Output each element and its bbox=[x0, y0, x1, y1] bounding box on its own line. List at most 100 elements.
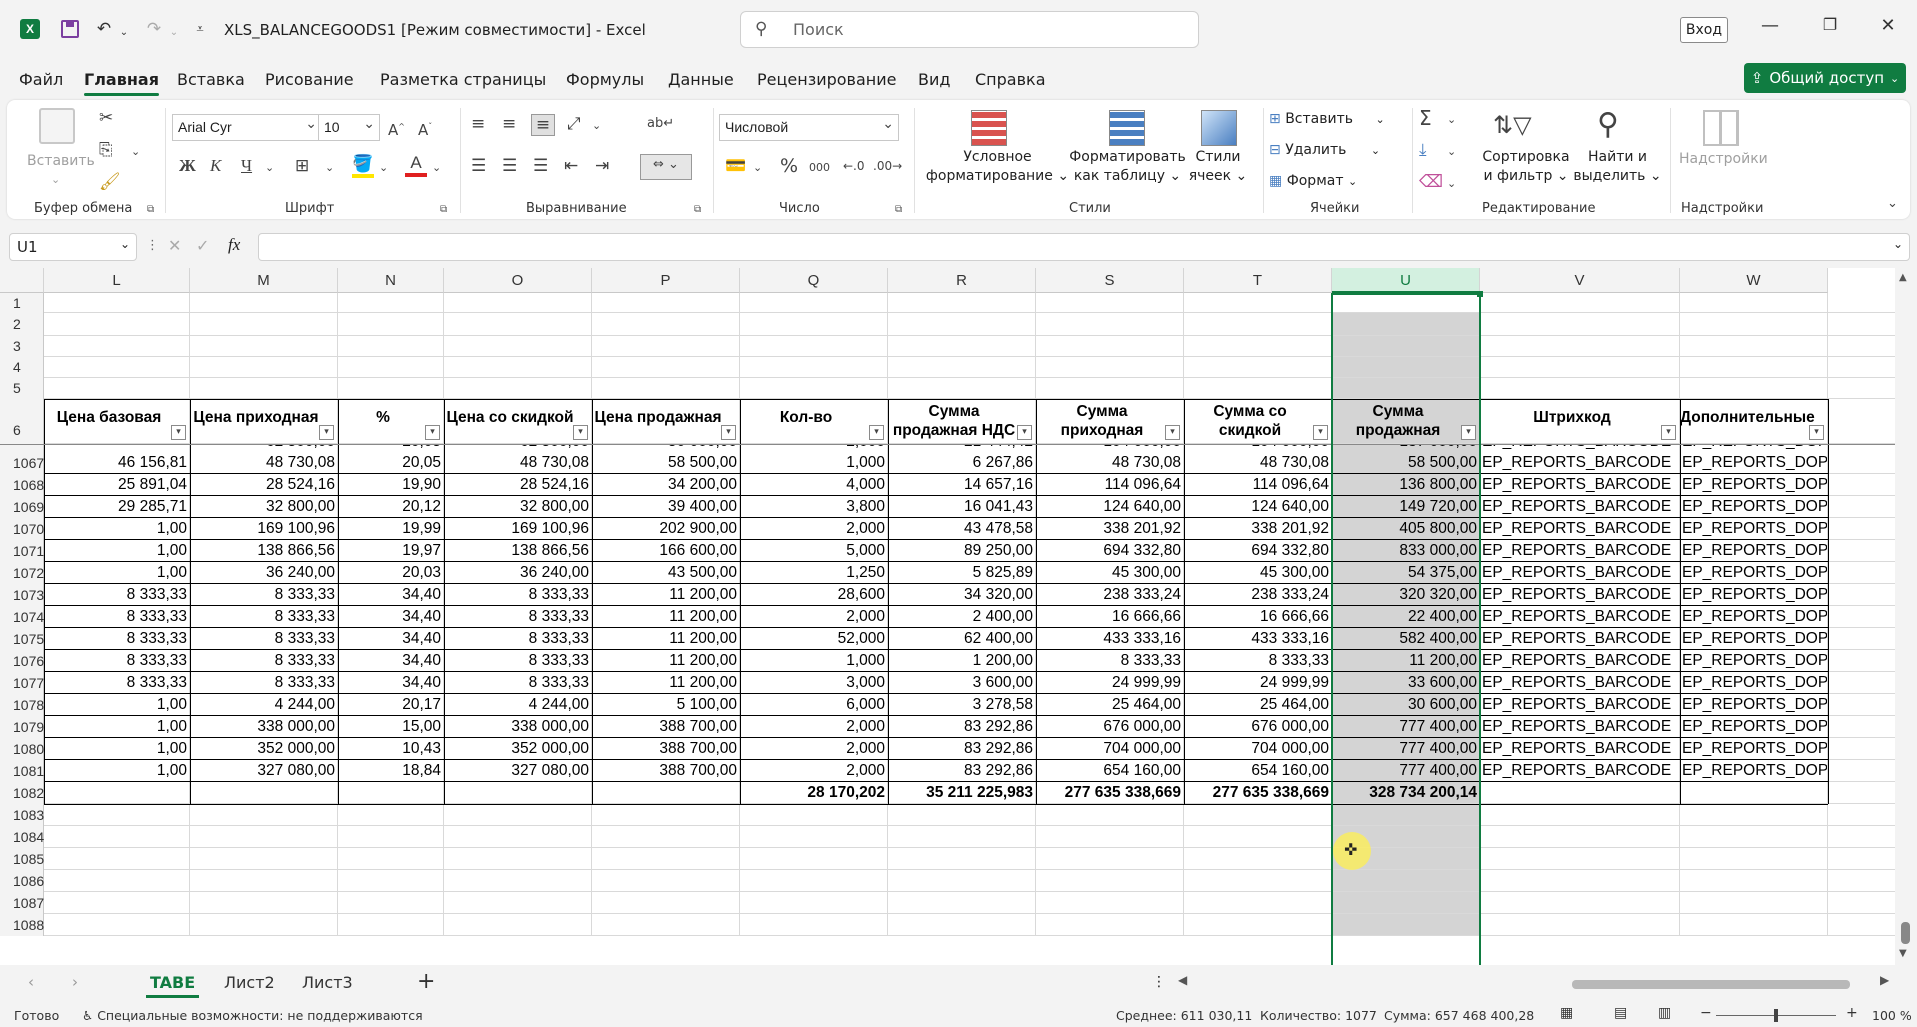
cell-w[interactable]: EP_REPORTS_DOP bbox=[1680, 518, 1827, 540]
tab-view[interactable]: Вид bbox=[918, 70, 950, 89]
sheet-tab-list2[interactable]: Лист2 bbox=[224, 973, 275, 992]
delete-cells-button[interactable]: ⊟ Удалить ⌄ bbox=[1269, 141, 1380, 160]
cell-s[interactable]: 45 300,00 bbox=[1036, 562, 1183, 584]
insert-function-icon[interactable]: fx bbox=[228, 235, 240, 255]
cell-s[interactable]: 704 000,00 bbox=[1036, 738, 1183, 760]
formula-input[interactable]: ⌄ bbox=[258, 233, 1910, 261]
cell-w[interactable]: EP_REPORTS_DOP bbox=[1680, 694, 1827, 716]
row-header[interactable]: 1088 bbox=[0, 914, 44, 936]
cell-p[interactable]: 11 200,00 bbox=[592, 650, 739, 672]
zoom-level[interactable]: 100 % bbox=[1872, 1008, 1912, 1023]
next-sheet-icon[interactable]: › bbox=[72, 973, 78, 991]
autosum-icon[interactable]: Σ bbox=[1419, 108, 1432, 128]
cell-m[interactable]: 8 333,33 bbox=[190, 650, 337, 672]
column-header-o[interactable]: O bbox=[444, 268, 592, 293]
cell-q[interactable]: 1,000 bbox=[740, 452, 887, 474]
paste-dropdown-icon[interactable]: ⌄ bbox=[51, 170, 60, 189]
zoom-in-icon[interactable]: + bbox=[1846, 1005, 1858, 1021]
cell-o[interactable]: 28 524,16 bbox=[444, 474, 591, 496]
cell-t[interactable]: 114 096,64 bbox=[1184, 474, 1331, 496]
cell-v[interactable]: EP_REPORTS_BARCODE bbox=[1480, 452, 1679, 474]
row-header[interactable]: 1081 bbox=[0, 760, 44, 782]
cell-n[interactable]: 19,99 bbox=[338, 518, 443, 540]
row-header[interactable]: 5 bbox=[0, 378, 44, 399]
select-all-corner[interactable] bbox=[0, 268, 44, 293]
cell-p[interactable]: 5 100,00 bbox=[592, 694, 739, 716]
underline-dropdown-icon[interactable]: ⌄ bbox=[265, 158, 274, 178]
cell-q[interactable]: 4,000 bbox=[740, 474, 887, 496]
tab-data[interactable]: Данные bbox=[668, 70, 734, 89]
cell-v[interactable]: EP_REPORTS_BARCODE bbox=[1480, 628, 1679, 650]
sheet-tab-tabe[interactable]: TABE bbox=[145, 973, 200, 998]
cell-r[interactable]: 3 278,58 bbox=[888, 694, 1035, 716]
cell-s[interactable]: 114 096,64 bbox=[1036, 474, 1183, 496]
accessibility-status[interactable]: ♿ Специальные возможности: не поддержива… bbox=[82, 1008, 423, 1023]
cell-l[interactable]: 1,00 bbox=[44, 760, 189, 782]
fill-handle[interactable] bbox=[1477, 291, 1483, 297]
filter-dropdown-icon[interactable]: ▾ bbox=[171, 425, 186, 440]
cell-t[interactable]: 8 333,33 bbox=[1184, 650, 1331, 672]
filter-dropdown-icon[interactable]: ▾ bbox=[1661, 425, 1676, 440]
redo-dropdown-icon[interactable]: ⌄ bbox=[162, 20, 186, 44]
cell-q[interactable]: 6,000 bbox=[740, 694, 887, 716]
more-options-icon[interactable]: ⋮ bbox=[146, 238, 159, 253]
number-format-select[interactable]: Числовой bbox=[719, 114, 899, 141]
cell-m[interactable]: 36 240,00 bbox=[190, 562, 337, 584]
cell-q[interactable]: 52,000 bbox=[740, 628, 887, 650]
copy-icon[interactable]: ⎘ bbox=[99, 140, 113, 160]
wrap-text-icon[interactable]: ab↵ bbox=[647, 114, 674, 134]
scroll-up-icon[interactable]: ▲ bbox=[1899, 272, 1907, 283]
sort-filter-icon[interactable]: ⇅▽ bbox=[1493, 110, 1532, 140]
paste-button[interactable]: Вставить bbox=[27, 152, 95, 171]
tab-formulas[interactable]: Формулы bbox=[566, 70, 644, 89]
fill-color-icon[interactable]: 🪣 bbox=[352, 154, 374, 178]
font-size-select[interactable]: 10 bbox=[318, 114, 380, 141]
cell-v[interactable]: EP_REPORTS_BARCODE bbox=[1480, 650, 1679, 672]
cell-r[interactable]: 83 292,86 bbox=[888, 716, 1035, 738]
zoom-out-icon[interactable]: − bbox=[1700, 1005, 1712, 1021]
column-header-m[interactable]: M bbox=[190, 268, 338, 293]
cell-v[interactable]: EP_REPORTS_BARCODE bbox=[1480, 738, 1679, 760]
row-header[interactable]: 1078 bbox=[0, 694, 44, 716]
vertical-scrollbar-thumb[interactable] bbox=[1901, 922, 1910, 944]
cell-q[interactable]: 2,000 bbox=[740, 738, 887, 760]
paste-icon[interactable] bbox=[39, 108, 75, 144]
tab-file[interactable]: Файл bbox=[19, 70, 63, 89]
insert-cells-button[interactable]: ⊞ Вставить ⌄ bbox=[1269, 110, 1385, 129]
cell-t[interactable]: 433 333,16 bbox=[1184, 628, 1331, 650]
cell-p[interactable]: 58 500,00 bbox=[592, 452, 739, 474]
save-icon[interactable] bbox=[58, 17, 82, 41]
collapse-ribbon-icon[interactable]: ⌄ bbox=[1887, 194, 1898, 214]
cell-t[interactable]: 48 730,08 bbox=[1184, 452, 1331, 474]
cell-w[interactable]: EP_REPORTS_DOP bbox=[1680, 540, 1827, 562]
filter-dropdown-icon[interactable]: ▾ bbox=[319, 425, 334, 440]
row-header[interactable]: 3 bbox=[0, 336, 44, 357]
cell-v[interactable]: EP_REPORTS_BARCODE bbox=[1480, 716, 1679, 738]
customize-toolbar-icon[interactable]: ⩡ bbox=[188, 17, 212, 41]
fill-color-dropdown-icon[interactable]: ⌄ bbox=[379, 158, 388, 178]
cell-t[interactable]: 16 666,66 bbox=[1184, 606, 1331, 628]
number-launcher-icon[interactable]: ⧉ bbox=[895, 204, 902, 215]
cell-o[interactable]: 8 333,33 bbox=[444, 650, 591, 672]
zoom-slider-thumb[interactable] bbox=[1774, 1009, 1778, 1022]
close-icon[interactable]: ✕ bbox=[1873, 15, 1903, 36]
cell-q[interactable]: 2,000 bbox=[740, 760, 887, 782]
cell-n[interactable]: 34,40 bbox=[338, 584, 443, 606]
cell-t[interactable]: 45 300,00 bbox=[1184, 562, 1331, 584]
vertical-scrollbar[interactable] bbox=[1895, 268, 1917, 965]
row-header[interactable]: 1086 bbox=[0, 870, 44, 892]
row-header[interactable]: 1075 bbox=[0, 628, 44, 650]
align-center-icon[interactable]: ☰ bbox=[502, 156, 517, 176]
cell-w[interactable]: EP_REPORTS_DOP bbox=[1680, 672, 1827, 694]
percent-button[interactable]: % bbox=[780, 156, 798, 176]
cell-s[interactable]: 48 730,08 bbox=[1036, 452, 1183, 474]
cell-v[interactable]: EP_REPORTS_BARCODE bbox=[1480, 562, 1679, 584]
cell-r[interactable]: 89 250,00 bbox=[888, 540, 1035, 562]
cell-o[interactable]: 48 730,08 bbox=[444, 452, 591, 474]
cell-s[interactable]: 24 999,99 bbox=[1036, 672, 1183, 694]
name-box[interactable]: U1 ⌄ bbox=[9, 233, 137, 261]
tab-split-handle-icon[interactable]: ⋮ bbox=[1152, 974, 1166, 990]
row-header[interactable]: 1067 bbox=[0, 452, 44, 474]
cell-r[interactable]: 5 825,89 bbox=[888, 562, 1035, 584]
cell-v[interactable]: EP_REPORTS_BARCODE bbox=[1480, 474, 1679, 496]
